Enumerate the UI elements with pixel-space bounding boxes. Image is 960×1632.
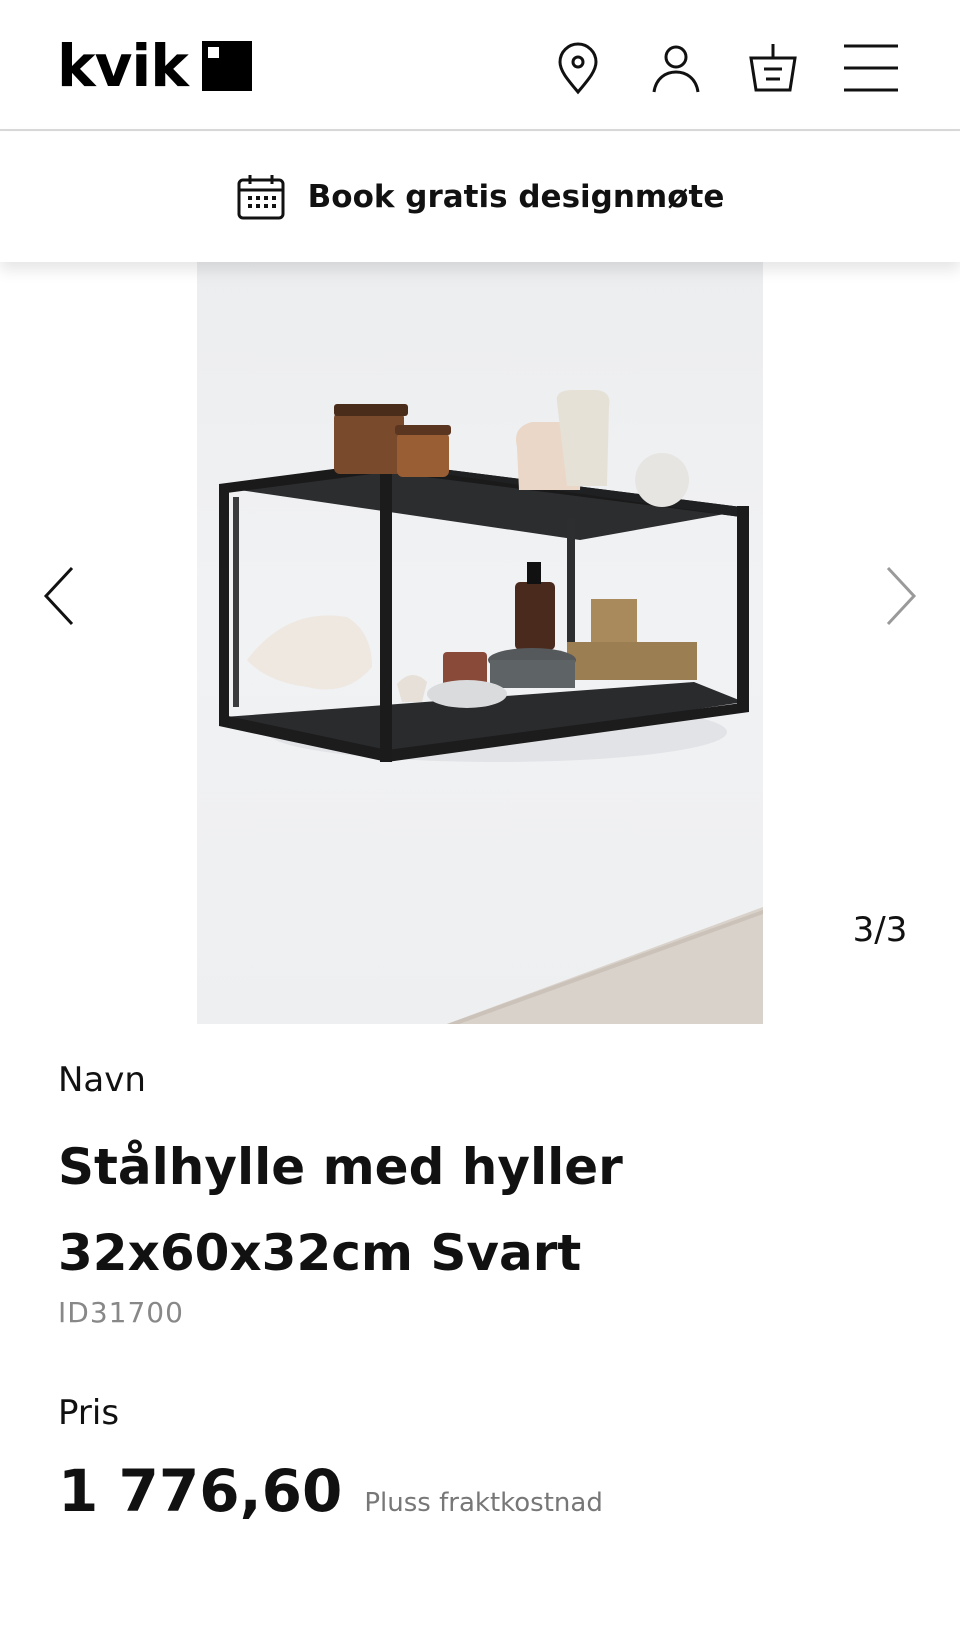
product-gallery: 3/3 xyxy=(0,262,960,1024)
product-title: Stålhylle med hyller 32x60x32cm Svart xyxy=(58,1124,918,1296)
top-header: kvik xyxy=(0,0,960,131)
logo-text: kvik xyxy=(57,32,189,100)
product-id: ID31700 xyxy=(58,1296,184,1329)
logo-mark-icon xyxy=(201,41,252,91)
product-image[interactable] xyxy=(197,262,763,1024)
image-counter: 3/3 xyxy=(852,910,908,950)
product-title-line1: Stålhylle med hyller xyxy=(58,1138,623,1196)
name-label: Navn xyxy=(58,1060,146,1100)
hamburger-menu-icon[interactable] xyxy=(844,40,900,96)
price-label: Pris xyxy=(58,1393,120,1433)
kvik-logo[interactable]: kvik xyxy=(57,36,252,96)
shipping-note: Pluss fraktkostnad xyxy=(364,1488,603,1518)
product-info: Navn Stålhylle med hyller 32x60x32cm Sva… xyxy=(58,1060,918,1525)
banner-label: Book gratis designmøte xyxy=(307,179,725,215)
basket-icon[interactable] xyxy=(745,40,801,96)
chevron-left-icon[interactable] xyxy=(38,560,82,632)
product-title-line2: 32x60x32cm Svart xyxy=(58,1224,582,1282)
chevron-right-icon[interactable] xyxy=(878,560,922,632)
location-pin-icon[interactable] xyxy=(550,40,606,96)
price-row: 1 776,60 Pluss fraktkostnad xyxy=(58,1457,918,1525)
calendar-icon xyxy=(236,172,286,222)
book-design-meeting-banner[interactable]: Book gratis designmøte xyxy=(0,132,960,262)
user-icon[interactable] xyxy=(648,40,704,96)
price-value: 1 776,60 xyxy=(58,1457,343,1525)
